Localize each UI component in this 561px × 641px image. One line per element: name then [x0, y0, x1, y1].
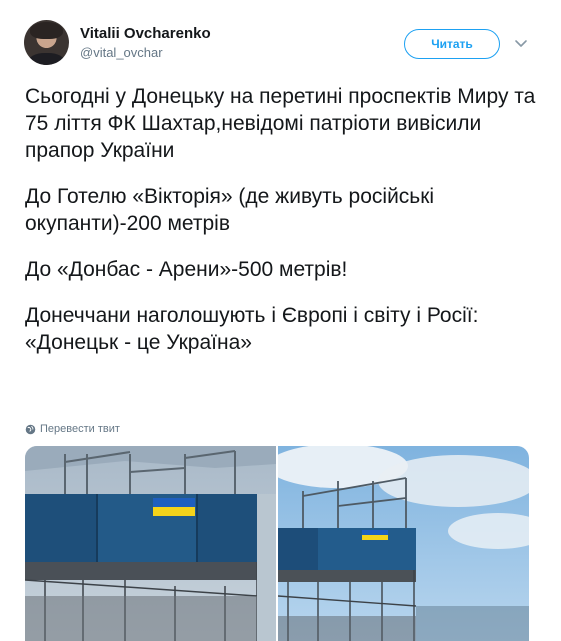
photo-left[interactable]	[25, 446, 276, 641]
photo-building-image	[25, 446, 276, 641]
tweet-paragraph: Сьогодні у Донецьку на перетині проспект…	[25, 85, 536, 162]
globe-icon	[25, 424, 36, 434]
author-handle[interactable]: @vital_ovchar	[80, 45, 163, 60]
translate-label: Перевести твит	[40, 423, 120, 435]
tweet-header: Vitalii Ovcharenko @vital_ovchar Читать	[0, 0, 561, 80]
photo-building-wide-image	[278, 446, 529, 641]
avatar-hair	[30, 22, 63, 39]
author-name[interactable]: Vitalii Ovcharenko	[80, 25, 211, 42]
tweet-text: Сьогодні у Донецьку на перетині проспект…	[25, 83, 545, 375]
avatar-shirt	[28, 53, 65, 65]
chevron-down-icon[interactable]	[514, 36, 528, 50]
tweet-paragraph: До «Донбас - Арени»-500 метрів!	[25, 258, 348, 281]
media-grid	[25, 446, 529, 641]
translate-link[interactable]: Перевести твит	[25, 423, 120, 435]
tweet-paragraph: Донеччани наголошують і Європі і світу і…	[25, 304, 479, 354]
tweet-paragraph: До Готелю «Вікторія» (де живуть російськ…	[25, 185, 435, 235]
follow-button[interactable]: Читать	[404, 29, 500, 59]
photo-right[interactable]	[278, 446, 529, 641]
avatar[interactable]	[24, 20, 69, 65]
